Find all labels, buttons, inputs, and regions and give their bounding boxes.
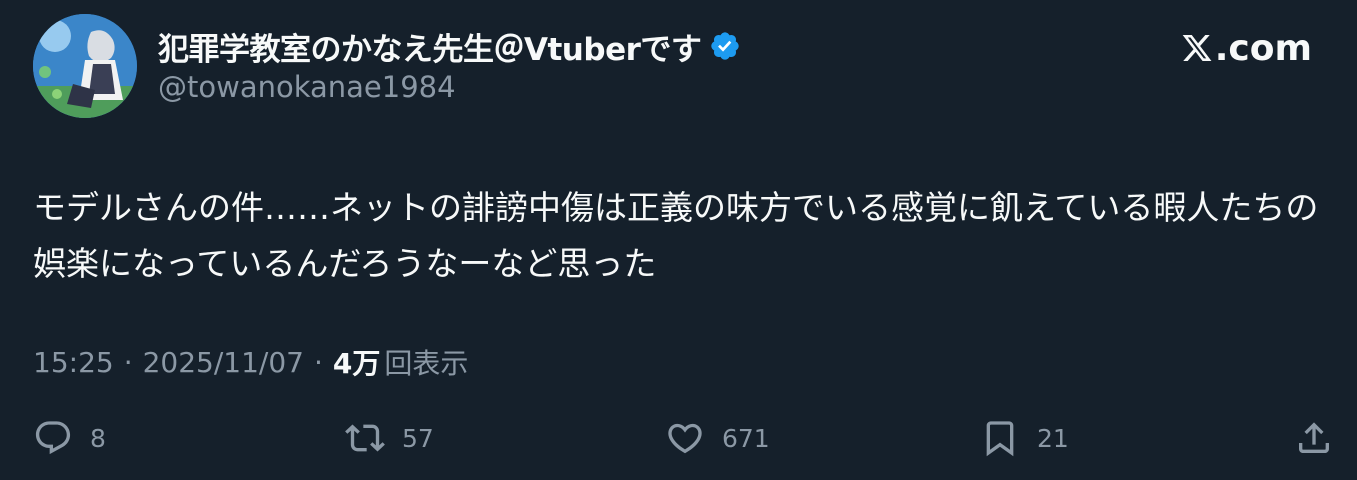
reply-icon xyxy=(35,421,71,455)
display-name-row[interactable]: 犯罪学教室のかなえ先生＠Vtuberです xyxy=(158,24,741,69)
action-bar: 8 57 671 21 xyxy=(0,412,1357,464)
tweet-text: モデルさんの件……ネットの誹謗中傷は正義の味方でいる感覚に飢えている暇人たちの娯… xyxy=(33,188,1319,283)
display-name[interactable]: 犯罪学教室のかなえ先生＠Vtuberです xyxy=(158,24,702,69)
retweet-count: 57 xyxy=(402,423,434,453)
heart-icon xyxy=(668,423,702,454)
tweet-meta: 15:25 · 2025/11/07 · 4万 回表示 xyxy=(33,342,468,382)
views-label: 回表示 xyxy=(384,347,469,380)
bookmark-count: 21 xyxy=(1037,423,1069,453)
verified-badge-icon xyxy=(711,32,740,60)
tweet-time[interactable]: 15:25 xyxy=(33,346,114,379)
avatar[interactable] xyxy=(33,14,137,118)
reply-button[interactable]: 8 xyxy=(33,412,106,464)
bookmark-button[interactable]: 21 xyxy=(980,412,1069,464)
share-button[interactable] xyxy=(1294,412,1334,464)
brand-label: .com xyxy=(1214,27,1312,69)
like-count: 671 xyxy=(722,423,770,453)
retweet-button[interactable]: 57 xyxy=(345,412,434,464)
views-count: 4万 xyxy=(332,347,381,380)
meta-separator: · xyxy=(123,345,133,379)
bookmark-icon xyxy=(986,421,1014,457)
share-icon xyxy=(1299,422,1329,453)
like-button[interactable]: 671 xyxy=(665,412,770,464)
x-logo-icon xyxy=(1182,35,1212,61)
meta-separator-2: · xyxy=(314,345,323,379)
tweet-date[interactable]: 2025/11/07 xyxy=(143,346,304,379)
user-handle[interactable]: @towanokanae1984 xyxy=(158,70,456,104)
avatar-image xyxy=(33,14,137,118)
brand-mark[interactable]: .com xyxy=(1181,26,1312,70)
retweet-icon xyxy=(345,424,385,452)
reply-count: 8 xyxy=(90,423,106,453)
